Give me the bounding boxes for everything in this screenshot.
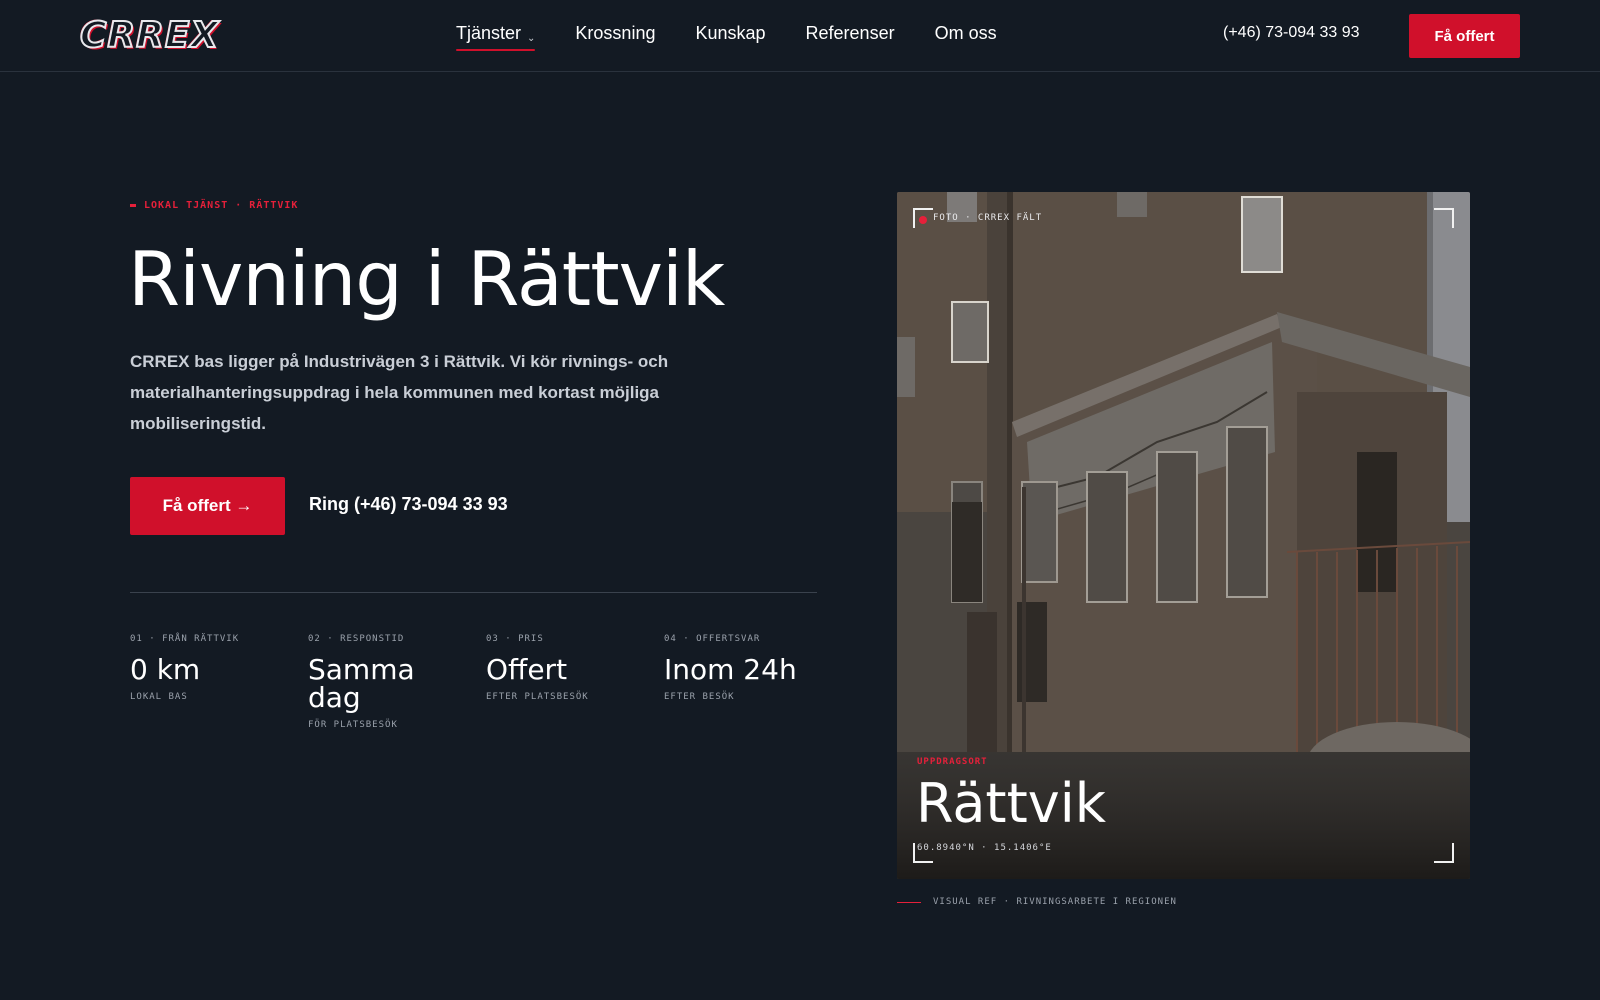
hero-lead: CRREX bas ligger på Industrivägen 3 i Rä… [130, 352, 669, 433]
hero-eyebrow: LOKAL TJÄNST · RÄTTVIK [130, 200, 298, 211]
nav-item-label: Om oss [934, 23, 997, 43]
site-header: CRREX Tjänster ⌄ Krossning Kunskap Refer… [0, 0, 1600, 72]
stat-sub: EFTER BESÖK [664, 692, 735, 702]
stat-value: Samma dag [308, 653, 415, 714]
stat-sub: LOKAL BAS [130, 692, 188, 702]
photo-kicker: UPPDRAGSORT [917, 757, 988, 767]
stat-value: Offert [486, 653, 568, 686]
hero-call-link[interactable]: Ring (+46) 73-094 33 93 [309, 494, 508, 515]
main-nav: Tjänster ⌄ Krossning Kunskap Referenser … [456, 22, 997, 52]
nav-item-om-oss[interactable]: Om oss [935, 22, 997, 52]
caption-text: VISUAL REF · RIVNINGSARBETE I REGIONEN [933, 897, 1177, 907]
nav-item-label: Referenser [805, 23, 895, 43]
stat-value: 0 km [130, 653, 201, 686]
nav-item-label: Tjänster [456, 23, 522, 43]
stat-sub: EFTER PLATSBESÖK [486, 692, 589, 702]
nav-item-label: Krossning [575, 23, 656, 43]
stat-item-distance: 01 · FRÅN RÄTTVIK 0 km LOKAL BAS [130, 634, 300, 702]
nav-item-tjanster[interactable]: Tjänster ⌄ [456, 22, 536, 52]
nav-item-referenser[interactable]: Referenser [806, 22, 895, 52]
frame-corner [1434, 843, 1454, 863]
eyebrow-text: LOKAL TJÄNST · RÄTTVIK [144, 200, 299, 211]
stat-sub: FÖR PLATSBESÖK [308, 720, 398, 730]
hero-photo: FOTO · CRREX FÄLT UPPDRAGSORT Rättvik 60… [897, 192, 1470, 879]
photo-place: Rättvik [916, 772, 1107, 835]
page-title: Rivning i Rättvik [128, 235, 725, 323]
stats-divider [130, 592, 817, 593]
frame-corner [1434, 208, 1454, 228]
nav-item-label: Kunskap [695, 23, 766, 43]
record-dot-icon [919, 216, 927, 224]
hero-quote-button[interactable]: Få offert → [130, 477, 285, 535]
stat-item-price: 03 · PRIS Offert EFTER PLATSBESÖK [486, 634, 656, 702]
stat-item-quote: 04 · OFFERTSVAR Inom 24h EFTER BESÖK [664, 634, 844, 702]
stat-label: 04 · OFFERTSVAR [664, 634, 761, 644]
stat-label: 01 · FRÅN RÄTTVIK [130, 634, 240, 644]
header-phone-link[interactable]: (+46) 73-094 33 93 [1223, 24, 1360, 42]
stat-item-response: 02 · RESPONSTID Samma dag FÖR PLATSBESÖK [308, 634, 448, 730]
stat-label: 02 · RESPONSTID [308, 634, 405, 644]
photo-caption: VISUAL REF · RIVNINGSARBETE I REGIONEN [897, 897, 1177, 907]
stat-label: 03 · PRIS [486, 634, 544, 644]
caption-line [897, 901, 921, 903]
nav-item-kunskap[interactable]: Kunskap [695, 22, 765, 52]
chevron-down-icon: ⌄ [527, 33, 536, 44]
logo[interactable]: CRREX [79, 17, 219, 55]
photo-coords: 60.8940°N · 15.1406°E [917, 843, 1052, 853]
eyebrow-dash [130, 204, 136, 207]
photo-tag: FOTO · CRREX FÄLT [933, 213, 1043, 223]
stat-value: Inom 24h [664, 653, 797, 686]
header-quote-button[interactable]: Få offert [1409, 14, 1520, 58]
nav-item-krossning[interactable]: Krossning [575, 22, 655, 52]
